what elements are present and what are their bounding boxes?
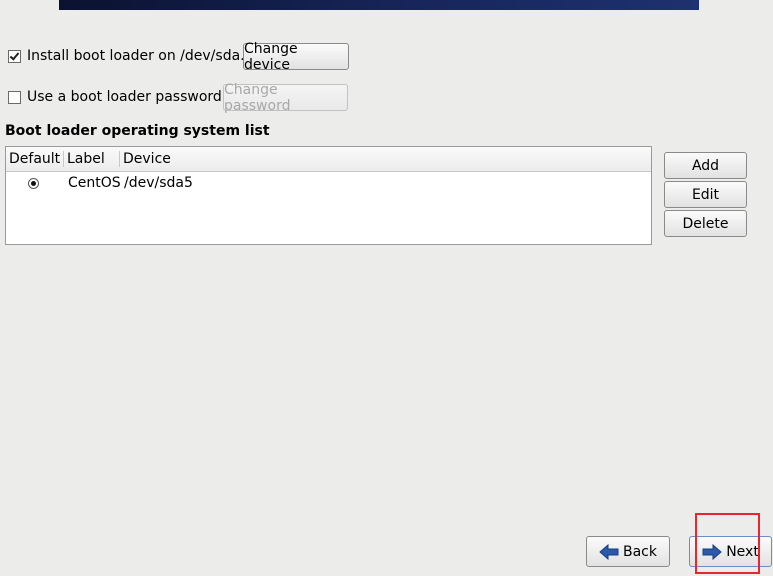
column-header-label[interactable]: Label [67,147,105,171]
column-separator [63,151,64,167]
install-bootloader-checkbox[interactable] [8,49,21,63]
column-header-device[interactable]: Device [123,147,171,171]
os-list-table[interactable]: Default Label Device CentOS /dev/sda5 [5,146,652,245]
bootloader-password-checkbox[interactable] [8,90,21,104]
column-header-default[interactable]: Default [9,147,60,171]
change-password-button: Change password [223,82,348,114]
column-separator [119,151,120,167]
os-list-header: Default Label Device [6,147,651,172]
bootloader-password-row: Use a boot loader password [8,88,222,106]
default-radio[interactable] [28,178,39,189]
table-row[interactable]: CentOS /dev/sda5 [6,172,651,194]
row-label-cell: CentOS [68,175,121,191]
delete-button[interactable]: Delete [664,210,747,237]
arrow-right-icon [702,543,722,560]
install-bootloader-row: Install boot loader on /dev/sda. [8,47,245,65]
os-list-title: Boot loader operating system list [5,123,270,139]
bootloader-password-label[interactable]: Use a boot loader password [27,89,222,105]
install-bootloader-label[interactable]: Install boot loader on /dev/sda. [27,48,245,64]
change-device-button[interactable]: Change device [243,41,349,73]
next-label: Next [726,543,759,560]
back-button[interactable]: Back [586,536,670,567]
row-device-cell: /dev/sda5 [124,175,193,191]
edit-button[interactable]: Edit [664,181,747,208]
header-banner [59,0,699,10]
arrow-left-icon [599,543,619,560]
back-label: Back [623,543,657,560]
add-button[interactable]: Add [664,152,747,179]
next-button[interactable]: Next [689,536,772,567]
